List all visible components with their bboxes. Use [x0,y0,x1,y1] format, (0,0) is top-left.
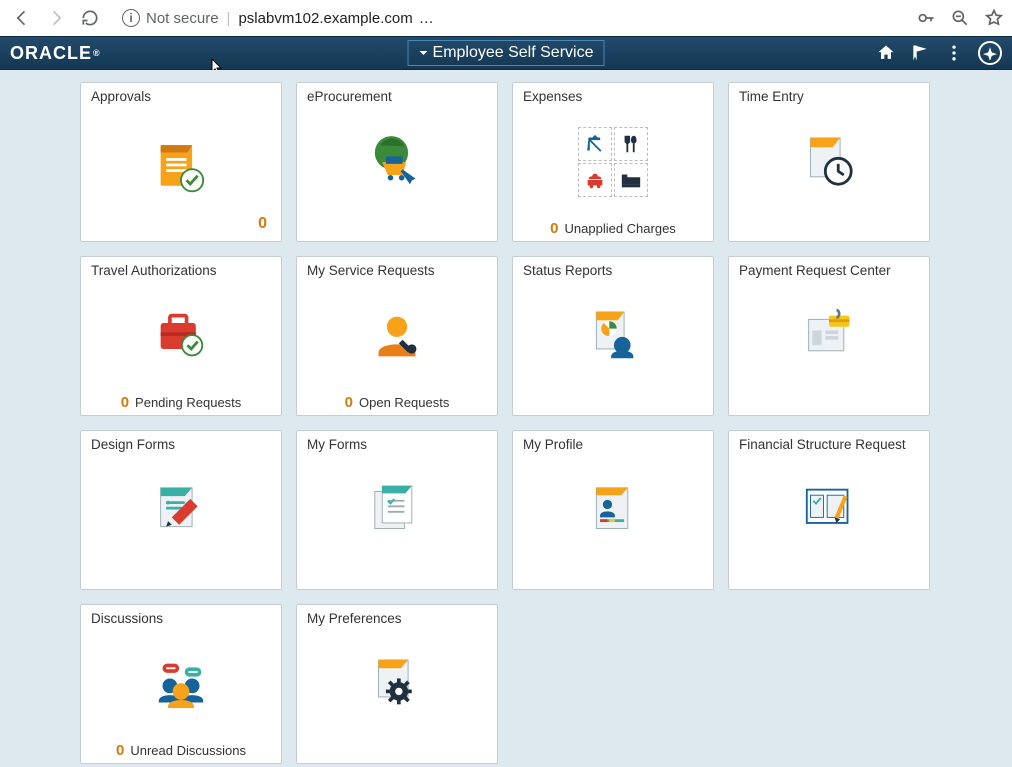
tile-title: My Service Requests [307,263,487,278]
tile-my-service-requests[interactable]: My Service Requests 0 Open Requests [296,256,498,416]
tile-expenses[interactable]: Expenses 0 Unapplied Charges [512,82,714,242]
eprocurement-icon [307,104,487,219]
service-sublabel: Open Requests [359,395,449,410]
homepage-grid: Approvals 0 eProcurement [0,70,1012,767]
star-icon[interactable] [984,8,1004,28]
payment-request-icon [739,278,919,393]
tile-payment-request-center[interactable]: Payment Request Center [728,256,930,416]
not-secure-label: Not secure [146,10,219,27]
tile-eprocurement[interactable]: eProcurement [296,82,498,242]
browser-toolbar: i Not secure | pslabvm102.example.com … [0,0,1012,36]
back-button[interactable] [8,4,36,32]
tile-title: Discussions [91,611,271,626]
forward-button[interactable] [42,4,70,32]
my-forms-icon [307,452,487,567]
omnibox-actions [916,8,1004,28]
tile-design-forms[interactable]: Design Forms [80,430,282,590]
tile-title: My Profile [523,437,703,452]
tile-title: Financial Structure Request [739,437,919,452]
tile-title: Design Forms [91,437,271,452]
time-entry-icon [739,104,919,219]
tile-title: Payment Request Center [739,263,919,278]
tile-title: My Preferences [307,611,487,626]
tile-title: Approvals [91,89,271,104]
my-preferences-icon [307,626,487,741]
navbar-button[interactable] [978,41,1002,65]
approvals-icon [91,104,271,237]
financial-structure-icon [739,452,919,567]
tile-my-forms[interactable]: My Forms [296,430,498,590]
caret-down-icon [419,48,429,58]
travel-count: 0 [121,394,129,411]
reload-button[interactable] [76,4,104,32]
notifications-button[interactable] [910,43,930,63]
tile-title: Time Entry [739,89,919,104]
address-bar[interactable]: i Not secure | pslabvm102.example.com … [122,9,434,27]
design-forms-icon [91,452,271,567]
oracle-logo: ORACLE® [10,43,101,64]
status-reports-icon [523,278,703,393]
tile-title: Travel Authorizations [91,263,271,278]
service-requests-icon [307,278,487,393]
expenses-sublabel: Unapplied Charges [565,221,676,236]
address-separator: | [227,10,231,27]
url-ellipsis: … [419,10,434,27]
home-button[interactable] [876,43,896,63]
password-key-icon[interactable] [916,8,936,28]
tile-title: Expenses [523,89,703,104]
expenses-count: 0 [550,220,558,237]
homepage-label: Employee Self Service [433,44,594,62]
actions-menu-button[interactable] [944,43,964,63]
my-profile-icon [523,452,703,567]
homepage-selector[interactable]: Employee Self Service [408,40,605,66]
tile-travel-authorizations[interactable]: Travel Authorizations 0 Pending Requests [80,256,282,416]
tile-financial-structure-request[interactable]: Financial Structure Request [728,430,930,590]
discussions-icon [91,626,271,741]
zoom-icon[interactable] [950,8,970,28]
tile-time-entry[interactable]: Time Entry [728,82,930,242]
site-info-icon[interactable]: i [122,9,140,27]
url-host: pslabvm102.example.com [238,10,412,27]
tile-my-preferences[interactable]: My Preferences [296,604,498,764]
discussions-count: 0 [116,742,124,759]
service-count: 0 [345,394,353,411]
approvals-count: 0 [258,215,267,233]
tile-status-reports[interactable]: Status Reports [512,256,714,416]
travel-sublabel: Pending Requests [135,395,241,410]
tile-title: eProcurement [307,89,487,104]
expenses-icon [523,104,703,219]
tile-my-profile[interactable]: My Profile [512,430,714,590]
tile-title: My Forms [307,437,487,452]
app-header: ORACLE® Employee Self Service [0,36,1012,70]
tile-approvals[interactable]: Approvals 0 [80,82,282,242]
discussions-sublabel: Unread Discussions [130,743,246,758]
travel-auth-icon [91,278,271,393]
tile-title: Status Reports [523,263,703,278]
tile-discussions[interactable]: Discussions 0 Unread Discussions [80,604,282,764]
